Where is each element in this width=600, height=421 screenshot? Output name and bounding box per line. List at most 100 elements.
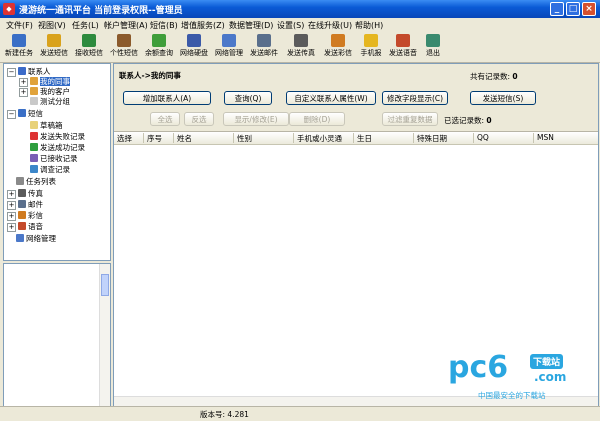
tree-item-network[interactable]: 网络管理 (16, 234, 56, 244)
success-check-icon (30, 143, 38, 151)
network-icon (222, 34, 236, 47)
table-header: 选择 序号 姓名 性别 手机或小灵通 生日 特殊日期 QQ MSN (114, 132, 598, 145)
network-icon (16, 234, 24, 242)
send-mms-button[interactable]: 发送彩信 (321, 34, 355, 60)
mms-icon (331, 34, 345, 47)
filter-duplicates-button[interactable]: 过滤重复数据 (382, 112, 438, 126)
custom-sms-button[interactable]: 个性短信 (107, 34, 141, 60)
draft-icon (30, 121, 38, 129)
collapse-icon[interactable]: − (7, 110, 16, 119)
fax-icon (294, 34, 308, 47)
col-qq[interactable]: QQ (474, 133, 534, 143)
tree-item-mail[interactable]: + 邮件 (7, 200, 43, 210)
info-panel (3, 263, 111, 415)
menu-sms[interactable]: 短信(B) (150, 20, 178, 31)
col-mobile[interactable]: 手机或小灵通 (294, 133, 354, 143)
tree-item-sms[interactable]: − 短信 (7, 109, 43, 119)
tree-item-drafts[interactable]: 草稿箱 (30, 121, 63, 131)
expand-icon[interactable]: + (7, 201, 16, 210)
menu-account[interactable]: 帐户管理(A) (104, 20, 148, 31)
mail-icon (18, 200, 26, 208)
show-edit-button[interactable]: 显示/修改(E) (223, 112, 289, 126)
info-panel-scrollbar[interactable] (99, 264, 110, 414)
maximize-button[interactable]: □ (566, 2, 580, 16)
menu-data[interactable]: 数据管理(D) (229, 20, 273, 31)
col-gender[interactable]: 性别 (234, 133, 294, 143)
edit-fields-button[interactable]: 修改字段显示(C) (382, 91, 448, 105)
expand-icon[interactable]: + (7, 223, 16, 232)
add-contact-button[interactable]: 增加联系人(A) (123, 91, 211, 105)
voice-icon (18, 222, 26, 230)
menu-settings[interactable]: 设置(S) (277, 20, 304, 31)
send-voice-button[interactable]: 发送语音 (386, 34, 420, 60)
scrollbar-thumb[interactable] (101, 274, 109, 296)
star-icon (364, 34, 378, 47)
envelope-icon (12, 34, 26, 47)
tree-item-success[interactable]: 发送成功记录 (30, 143, 85, 153)
receive-sms-button[interactable]: 接收短信 (72, 34, 106, 60)
person-icon (30, 87, 38, 95)
sms-icon (18, 109, 26, 117)
task-list-icon (16, 177, 24, 185)
query-button[interactable]: 查询(Q) (224, 91, 272, 105)
minimize-button[interactable]: _ (550, 2, 564, 16)
send-mail-button[interactable]: 发送邮件 (247, 34, 281, 60)
network-disk-button[interactable]: 网络硬盘 (177, 34, 211, 60)
send-sms-contact-button[interactable]: 发送短信(S) (470, 91, 536, 105)
watermark-logo: pc6 (448, 350, 509, 385)
delete-button[interactable]: 删除(D) (289, 112, 345, 126)
invert-selection-button[interactable]: 反选 (184, 112, 214, 126)
window-title: 漫游统一通讯平台 当前登录权限--管理员 (19, 6, 183, 16)
navigation-tree: − 联系人 + 我的同事 + 我的客户 测试分组 − 短信 草稿箱 发送失败记录 发送成… (3, 63, 111, 261)
col-number[interactable]: 序号 (144, 133, 174, 143)
version-label: 版本号: 4.281 (200, 410, 249, 419)
tree-item-failed[interactable]: 发送失败记录 (30, 132, 85, 142)
menu-task[interactable]: 任务(L) (72, 20, 99, 31)
tree-item-contacts[interactable]: − 联系人 (7, 67, 51, 77)
menu-help[interactable]: 帮助(H) (355, 20, 383, 31)
col-select[interactable]: 选择 (114, 133, 144, 143)
exit-button[interactable]: 退出 (416, 34, 450, 60)
col-msn[interactable]: MSN (534, 133, 598, 143)
send-fax-button[interactable]: 发送传真 (284, 34, 318, 60)
menu-upgrade[interactable]: 在线升级(U) (308, 20, 352, 31)
expand-icon[interactable]: + (19, 78, 28, 87)
custom-attribute-button[interactable]: 自定义联系人属性(W) (286, 91, 376, 105)
tree-item-test-group[interactable]: 测试分组 (30, 97, 70, 107)
menu-view[interactable]: 视图(V) (38, 20, 66, 31)
mobile-paper-button[interactable]: 手机报 (354, 34, 388, 60)
balance-query-button[interactable]: 余额查询 (142, 34, 176, 60)
col-special-date[interactable]: 特殊日期 (414, 133, 474, 143)
selected-records-value: 0 (486, 116, 492, 125)
tree-item-my-customers[interactable]: + 我的客户 (19, 87, 70, 97)
close-button[interactable]: × (582, 2, 596, 16)
tree-item-mms[interactable]: + 彩信 (7, 211, 43, 221)
tree-item-tasks[interactable]: 任务列表 (16, 177, 56, 187)
tree-item-my-colleagues[interactable]: + 我的同事 (19, 77, 70, 87)
left-panel: − 联系人 + 我的同事 + 我的客户 测试分组 − 短信 草稿箱 发送失败记录 发送成… (3, 63, 111, 415)
select-all-button[interactable]: 全选 (150, 112, 180, 126)
new-task-button[interactable]: 新建任务 (2, 34, 36, 60)
col-birthday[interactable]: 生日 (354, 133, 414, 143)
menu-file[interactable]: 文件(F) (6, 20, 33, 31)
expand-icon[interactable]: + (19, 88, 28, 97)
expand-icon[interactable]: + (7, 190, 16, 199)
survey-icon (30, 165, 38, 173)
mail-icon (257, 34, 271, 47)
expand-icon[interactable]: + (7, 212, 16, 221)
send-sms-button[interactable]: 发送短信 (37, 34, 71, 60)
tree-item-survey[interactable]: 调查记录 (30, 165, 70, 175)
network-manage-button[interactable]: 网络管理 (212, 34, 246, 60)
person-icon (30, 97, 38, 105)
inbox-icon (30, 154, 38, 162)
exit-icon (426, 34, 440, 47)
fail-x-icon (30, 132, 38, 140)
tree-item-received[interactable]: 已接收记录 (30, 154, 78, 164)
tree-item-fax[interactable]: + 传真 (7, 189, 43, 199)
mms-icon (18, 211, 26, 219)
collapse-icon[interactable]: − (7, 68, 16, 77)
menu-value-added[interactable]: 增值服务(Z) (181, 20, 225, 31)
tree-item-voice[interactable]: + 语音 (7, 222, 43, 232)
col-name[interactable]: 姓名 (174, 133, 234, 143)
watermark-com: .com (534, 370, 567, 384)
